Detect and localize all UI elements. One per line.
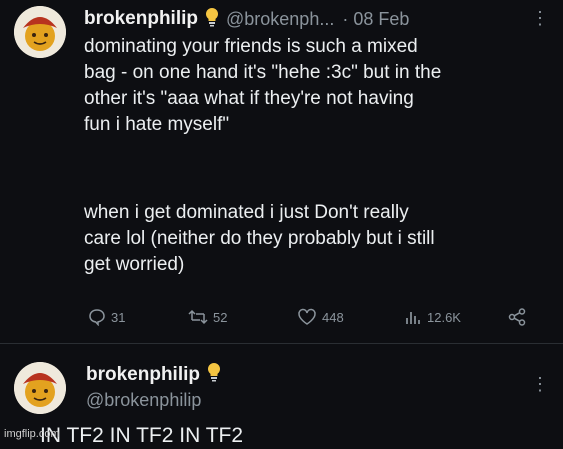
like-count: 448	[322, 309, 344, 325]
retweet-count: 52	[213, 309, 228, 325]
tweet-text-partial: IN TF2 IN TF2 IN TF2	[40, 424, 244, 447]
avatar[interactable]	[14, 6, 66, 58]
tweet-line: fun i hate myself"	[84, 114, 230, 135]
lightbulb-icon	[204, 7, 220, 32]
tweet-line: other it's "aaa what if they're not havi…	[84, 88, 414, 109]
display-name[interactable]: brokenphilip	[84, 8, 198, 30]
view-count: 12.6K	[427, 309, 461, 325]
tweet-line: bag - on one hand it's "hehe :3c" but in…	[84, 62, 442, 83]
more-options-icon[interactable]: ⋮	[531, 8, 549, 29]
watermark: imgflip.com	[4, 428, 60, 440]
tweet-header: brokenphilip	[86, 362, 222, 387]
timestamp[interactable]: · 08 Feb	[342, 9, 409, 30]
lightbulb-icon	[206, 362, 222, 387]
avatar-image	[14, 362, 66, 414]
share-button[interactable]	[507, 307, 527, 327]
tweet-text: dominating your friends is such a mixed …	[84, 34, 554, 138]
divider	[0, 343, 563, 344]
views-icon	[406, 312, 420, 324]
tweet-header: brokenphilip @brokenph... · 08 Feb	[84, 6, 409, 32]
tweet-line: when i get dominated i just Don't really	[84, 202, 409, 223]
tweet-line: get worried)	[84, 254, 185, 275]
display-name[interactable]: brokenphilip	[86, 364, 200, 386]
share-icon	[508, 308, 526, 326]
views-button[interactable]: 12.6K	[404, 308, 461, 326]
handle[interactable]: @brokenph...	[226, 9, 334, 30]
tweet-text-second-paragraph: when i get dominated i just Don't really…	[84, 200, 554, 278]
reply-button[interactable]: 31	[88, 308, 125, 326]
retweet-icon	[188, 309, 208, 325]
more-options-icon[interactable]: ⋮	[531, 374, 549, 395]
retweet-button[interactable]: 52	[188, 308, 227, 326]
reply-icon	[89, 309, 105, 326]
avatar-image	[14, 6, 66, 58]
like-button[interactable]: 448	[297, 308, 344, 326]
avatar[interactable]	[14, 362, 66, 414]
reply-count: 31	[111, 309, 126, 325]
heart-icon	[298, 308, 316, 325]
tweet-line: dominating your friends is such a mixed	[84, 36, 418, 57]
tweet-line: care lol (neither do they probably but i…	[84, 228, 435, 249]
handle[interactable]: @brokenphilip	[86, 390, 201, 411]
